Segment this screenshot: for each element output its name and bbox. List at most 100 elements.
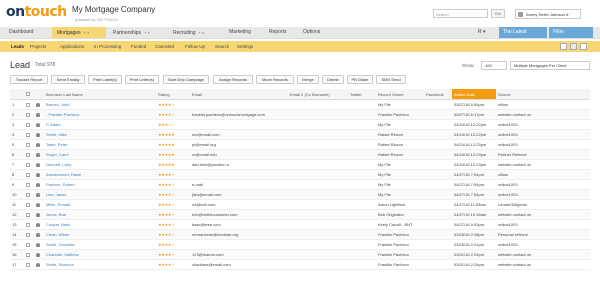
rating-stars[interactable]: ★★★★☆ [156, 179, 190, 190]
checkbox-icon[interactable] [26, 192, 30, 197]
user-menu[interactable]: Ammy Smith Johnson A [515, 9, 581, 19]
tracker-report-button[interactable]: Tracker Report [10, 75, 48, 84]
email-cell[interactable]: rol@bull.com [190, 199, 288, 210]
checkbox-icon[interactable] [26, 112, 30, 117]
email-cell[interactable]: jlieu@email.com [190, 189, 288, 200]
rating-stars[interactable]: ★★★☆☆ [156, 119, 190, 130]
rating-stars[interactable]: ★★★★☆ [156, 249, 190, 260]
email-cell[interactable] [190, 239, 288, 250]
email-cell[interactable]: pt@email.org [190, 139, 288, 150]
borrower-name[interactable]: Roger, Carol [44, 149, 156, 160]
email-cell[interactable]: franklin.pacheco@ontouchmortgage.com [190, 109, 288, 120]
row-checkbox[interactable] [24, 239, 34, 250]
search-input[interactable]: Search [433, 9, 488, 18]
view-mode-select[interactable]: Multiple Mortgages Per Client [510, 61, 590, 70]
checkbox-icon[interactable] [26, 182, 30, 187]
nav-mortgages[interactable]: Mortgages + ⌕ [52, 27, 106, 38]
rating-stars[interactable]: ★★★★☆ [156, 259, 190, 270]
nav-marketing[interactable]: Marketing [224, 27, 262, 38]
rating-stars[interactable]: ★★★★☆ [156, 189, 190, 200]
print-letters-button[interactable]: Print Letter(s) [125, 75, 159, 84]
rating-stars[interactable]: ★★★★★ [156, 159, 190, 170]
table-row[interactable]: 3 P, Adam ★★★☆☆ My File 04/24/16 12:22pm onli… [10, 119, 590, 130]
rating-stars[interactable]: ★★★★☆ [156, 239, 190, 250]
merge-button[interactable]: Merge [297, 75, 319, 84]
row-checkbox[interactable] [24, 99, 34, 110]
add-search-icons[interactable]: + ⌕ [199, 30, 205, 35]
subnav-in-processing[interactable]: In Processing [94, 41, 121, 52]
latest-button[interactable]: The Latest [499, 27, 547, 38]
table-row[interactable]: 7 Dennett, Larry ★★★★★ dan.held@yandex.ru My… [10, 159, 590, 170]
checkbox-icon[interactable] [26, 102, 30, 107]
email-cell[interactable]: mrmarclean@mrclean.org [190, 229, 288, 240]
borrower-name[interactable]: Miller, Ronald [44, 199, 156, 210]
nav-partnerships[interactable]: Partnerships + ⌕ [108, 27, 166, 38]
borrower-name[interactable]: Armstrovned, Hasie [44, 169, 156, 180]
rating-stars[interactable]: ★★★★☆ [156, 199, 190, 210]
email-cell[interactable]: eric@bethecustomer.com [190, 209, 288, 220]
nav-options[interactable]: Options [298, 27, 334, 38]
page-size-select[interactable]: 100 [481, 61, 507, 70]
row-checkbox[interactable] [24, 159, 34, 170]
borrower-name[interactable]: Smith, Charlotte [44, 239, 156, 250]
email-cell[interactable]: charlotee@email.com [190, 259, 288, 270]
rating-stars[interactable]: ★★★★☆ [156, 169, 190, 180]
row-checkbox[interactable] [24, 189, 34, 200]
borrower-name[interactable]: Smith, Sharona [44, 259, 156, 270]
rating-stars[interactable]: ★★★★★ [156, 139, 190, 150]
checkbox-icon[interactable] [26, 152, 30, 157]
rating-stars[interactable]: ★★★★☆ [156, 99, 190, 110]
email-cell[interactable] [190, 119, 288, 130]
borrower-name[interactable]: Lieu, Jason [44, 189, 156, 200]
borrower-name[interactable]: Smith, Mike [44, 129, 156, 140]
move-records-button[interactable]: Move Records [256, 75, 294, 84]
row-checkbox[interactable] [24, 129, 34, 140]
print-labels-button[interactable]: Print Label(s) [88, 75, 122, 84]
header-rating[interactable]: Rating [156, 89, 190, 100]
header-record-owner[interactable]: Record Owner [376, 89, 424, 100]
checkbox-icon[interactable] [26, 232, 30, 237]
grid-view-icon[interactable] [570, 43, 577, 50]
checkbox-icon[interactable] [26, 122, 30, 127]
app-logo[interactable]: ontouch [6, 4, 67, 20]
borrower-name[interactable]: P, Adam [44, 119, 156, 130]
header-facebook[interactable]: Facebook [424, 89, 452, 100]
checkbox-icon[interactable] [26, 162, 30, 167]
sms-send-button[interactable]: SMS Send [376, 75, 406, 84]
start-drip-campaign-button[interactable]: Start Drip Campaign [163, 75, 209, 84]
header-borrower-last-name[interactable]: Borrower Last Name [44, 89, 156, 100]
header-added-date[interactable]: Added Date [452, 89, 496, 100]
table-row[interactable]: 16 Charlotte, Mathew ★★★★☆ 123@mamrs.com Fra… [10, 249, 590, 260]
table-row[interactable]: 10 Lieu, Jason ★★★★☆ jlieu@email.com My File… [10, 189, 590, 200]
row-checkbox[interactable] [24, 259, 34, 270]
table-row[interactable]: 11 Miller, Ronald ★★★★☆ rol@bull.com Aaron L… [10, 199, 590, 210]
email-cell[interactable]: basc@ieee.com [190, 219, 288, 230]
email-cell[interactable] [190, 169, 288, 180]
row-checkbox[interactable] [24, 209, 34, 220]
subnav-projects[interactable]: Projects [30, 41, 46, 52]
borrower-name[interactable]: Jones, Bob [44, 209, 156, 220]
checkbox-icon[interactable] [26, 202, 30, 207]
header-email-2[interactable]: Email 2 (Co Borrower) [288, 89, 348, 100]
table-row[interactable]: 5 Taste, Peter ★★★★★ pt@email.org Rafael Rin… [10, 139, 590, 150]
checkbox-icon[interactable] [26, 92, 30, 97]
borrower-name[interactable]: Paulson, Robert [44, 179, 156, 190]
subnav-settings[interactable]: Settings [237, 41, 253, 52]
header-email[interactable]: Email [190, 89, 288, 100]
table-row[interactable]: 17 Smith, Sharona ★★★★☆ charlotee@email.com… [10, 259, 590, 270]
send-email-button[interactable]: Send Emailg [51, 75, 85, 84]
nav-r-dropdown[interactable]: R ▾ [473, 27, 495, 38]
checkbox-icon[interactable] [26, 212, 30, 217]
rating-stars[interactable]: ★★★★☆ [156, 209, 190, 220]
email-cell[interactable]: e-mail [190, 179, 288, 190]
borrower-name[interactable]: Barnes, John [44, 99, 156, 110]
checkbox-icon[interactable] [26, 252, 30, 257]
checkbox-icon[interactable] [26, 142, 30, 147]
subnav-follow-up[interactable]: Follow Up [185, 41, 205, 52]
subnav-search[interactable]: Search [215, 41, 229, 52]
checkbox-icon[interactable] [26, 242, 30, 247]
borrower-name[interactable]: Cooper, Basil [44, 219, 156, 230]
search-go-button[interactable]: Go! [491, 9, 505, 18]
email-cell[interactable]: cr@email.edu [190, 149, 288, 160]
email-cell[interactable] [190, 99, 288, 110]
